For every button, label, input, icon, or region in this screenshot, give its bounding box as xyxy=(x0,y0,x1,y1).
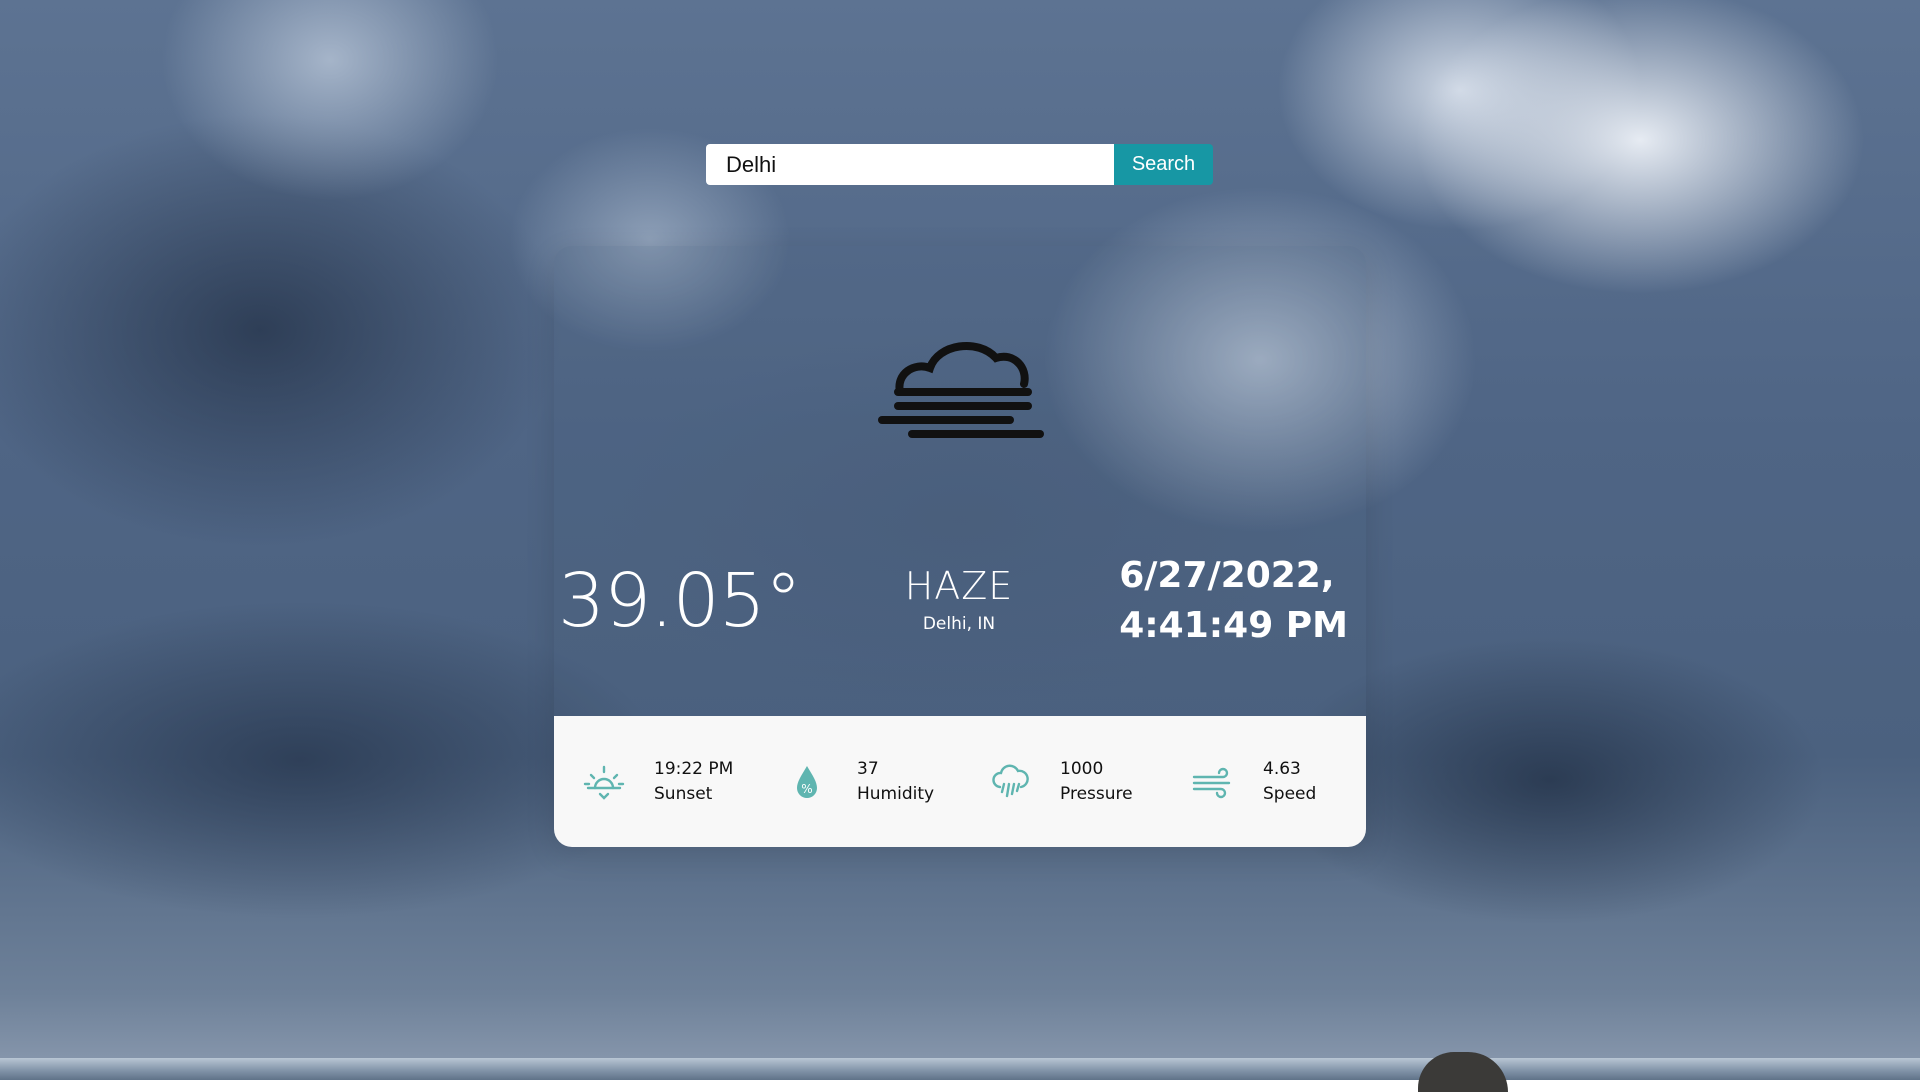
search-button[interactable]: Search xyxy=(1114,144,1213,185)
humidity-value: 37 xyxy=(857,758,879,779)
pressure-icon xyxy=(988,760,1032,804)
sea-horizon xyxy=(0,1058,1920,1080)
weather-condition: HAZE xyxy=(904,564,1014,608)
pressure-label: Pressure xyxy=(1060,783,1133,804)
stat-humidity: % 37 Humidity xyxy=(785,716,934,847)
stat-sunset: 19:22 PM Sunset xyxy=(582,716,733,847)
time: 4:41:49 PM xyxy=(1119,605,1348,646)
svg-text:%: % xyxy=(801,782,812,796)
humidity-icon: % xyxy=(785,760,829,804)
sunset-icon xyxy=(582,760,626,804)
sunset-value: 19:22 PM xyxy=(654,758,734,779)
sunset-label: Sunset xyxy=(654,783,713,804)
stats-panel: 19:22 PM Sunset % 37 Humidity 1000 Press… xyxy=(554,716,1366,847)
weather-summary: 39.05° HAZE Delhi, IN 6/27/2022, 4:41:49… xyxy=(554,246,1366,716)
location: Delhi, IN xyxy=(922,614,996,634)
weather-card: 39.05° HAZE Delhi, IN 6/27/2022, 4:41:49… xyxy=(554,246,1366,847)
humidity-label: Humidity xyxy=(857,783,935,804)
temperature: 39.05° xyxy=(558,558,802,644)
stat-pressure: 1000 Pressure xyxy=(988,716,1133,847)
stat-wind: 4.63 Speed xyxy=(1191,716,1316,847)
haze-icon xyxy=(878,341,1044,438)
search-input[interactable] xyxy=(706,144,1114,185)
search-bar: Search xyxy=(706,144,1213,185)
wind-icon xyxy=(1191,760,1235,804)
date: 6/27/2022, xyxy=(1119,555,1335,596)
condition-block: HAZE Delhi, IN xyxy=(854,564,1064,634)
wind-speed-value: 4.63 xyxy=(1263,758,1301,779)
date-time: 6/27/2022, 4:41:49 PM xyxy=(1119,551,1348,651)
pressure-value: 1000 xyxy=(1060,758,1104,779)
wind-speed-label: Speed xyxy=(1263,783,1317,804)
